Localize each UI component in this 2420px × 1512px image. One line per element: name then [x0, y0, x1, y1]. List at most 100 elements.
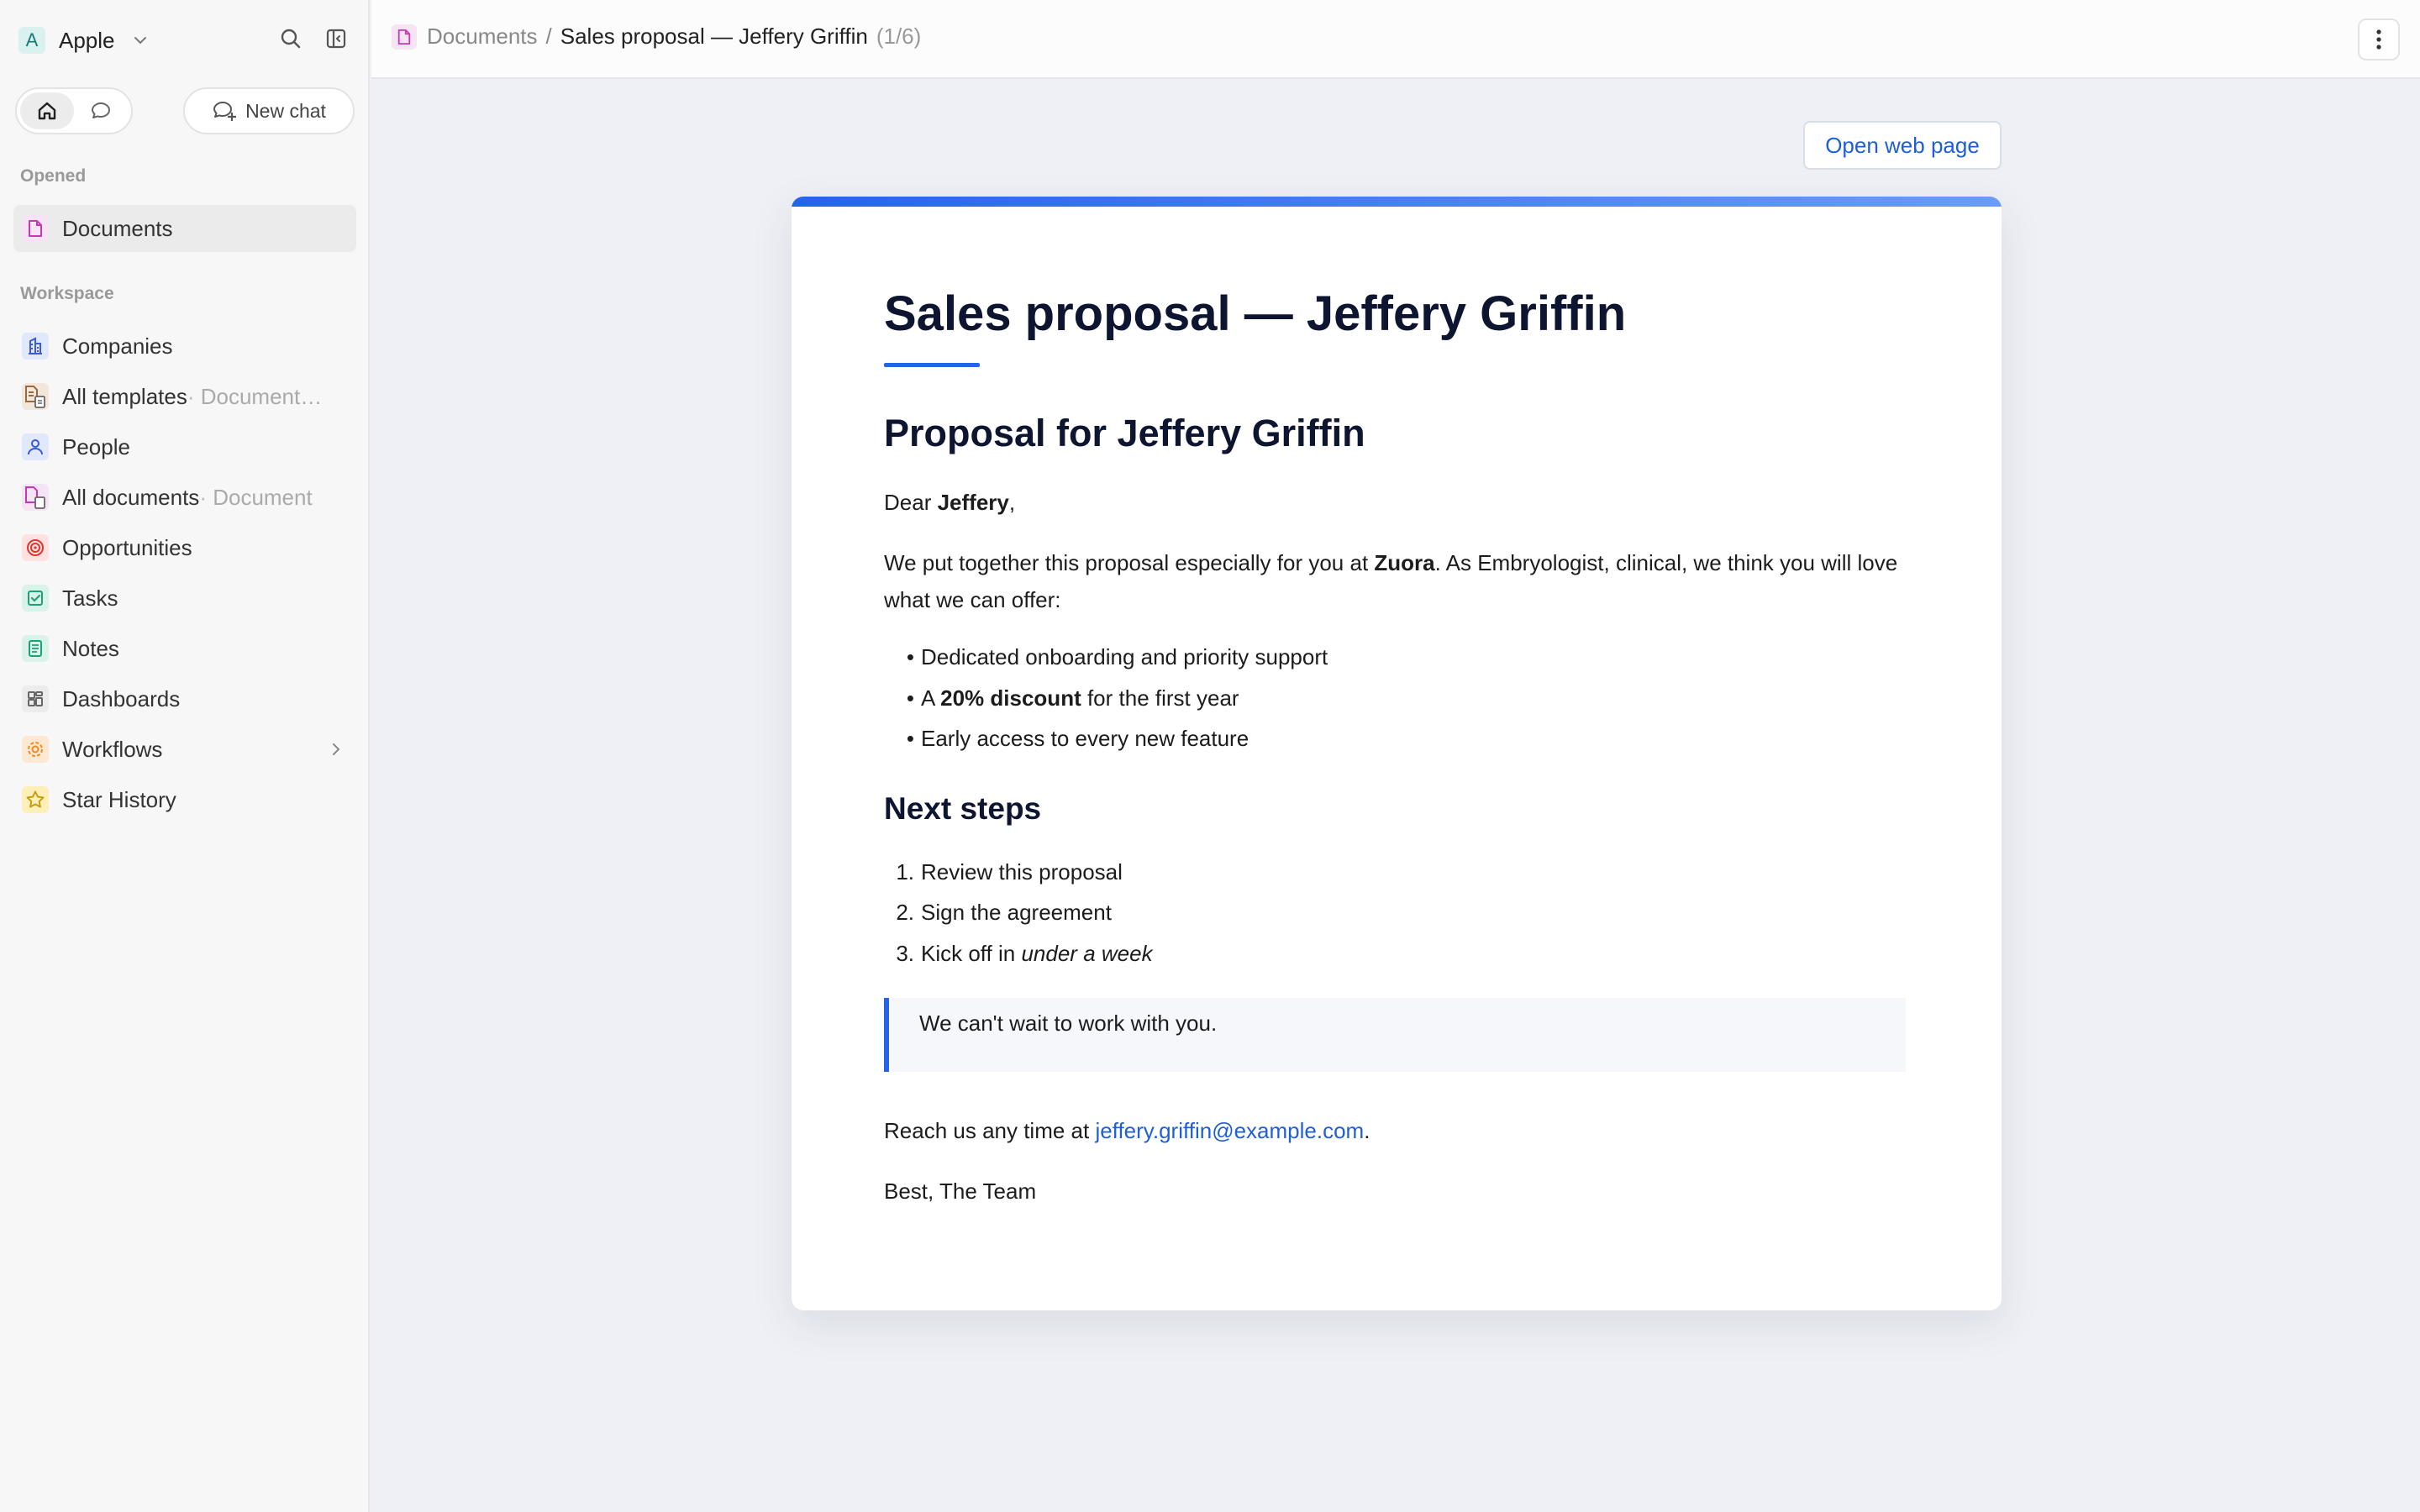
- search-icon[interactable]: [277, 25, 304, 52]
- workspace-avatar: A: [18, 27, 45, 54]
- checkbox-icon: [22, 585, 49, 612]
- sidebar-item-companies[interactable]: Companies: [13, 323, 356, 370]
- target-icon: [22, 534, 49, 561]
- intro-text: We put together this proposal especially…: [884, 550, 1375, 575]
- sidebar-item-label: All documents: [62, 484, 200, 510]
- bullet-marker: •: [906, 685, 914, 711]
- sidebar-item-sublabel: Document: [199, 485, 313, 511]
- greeting-name: Jeffery: [937, 490, 1009, 515]
- sidebar-item-workflows[interactable]: Workflows: [13, 726, 356, 773]
- sidebar-item-label: Documents: [62, 215, 173, 241]
- workspace-switcher[interactable]: A Apple: [18, 24, 149, 57]
- contact-text: Reach us any time at: [884, 1118, 1096, 1143]
- dashboard-icon: [22, 685, 49, 712]
- blockquote: We can't wait to work with you.: [884, 998, 1906, 1072]
- sidebar-item-label: Notes: [62, 635, 119, 661]
- intro-paragraph: We put together this proposal especially…: [884, 544, 1901, 618]
- bullet-text: Dedicated onboarding and priority suppor…: [921, 644, 1328, 669]
- new-chat-label: New chat: [245, 99, 326, 122]
- collapse-sidebar-icon[interactable]: [323, 25, 350, 52]
- sidebar-item-label: Opportunities: [62, 534, 192, 560]
- greeting-prefix: Dear: [884, 490, 938, 515]
- sidebar-item-opportunities[interactable]: Opportunities: [13, 524, 356, 571]
- workspace-section-label: Workspace: [20, 284, 114, 303]
- sidebar-item-people[interactable]: People: [13, 423, 356, 470]
- document-icon: [392, 24, 417, 50]
- view-toggle: [15, 87, 133, 134]
- kebab-menu-icon: [2376, 29, 2381, 50]
- list-item: 3. Kick off in under a week: [884, 935, 1153, 972]
- sidebar-item-label: Dashboards: [62, 685, 181, 711]
- new-chat-icon: [213, 102, 237, 121]
- star-icon: [22, 786, 49, 813]
- sidebar-item-label: Workflows: [62, 736, 163, 762]
- sidebar-item-tasks[interactable]: Tasks: [13, 575, 356, 622]
- sidebar-item-dashboards[interactable]: Dashboards: [13, 675, 356, 722]
- bullet-text: Early access to every new feature: [921, 726, 1249, 751]
- list-item: 1. Review this proposal: [884, 853, 1123, 890]
- greeting-suffix: ,: [1008, 490, 1016, 515]
- proposal-heading: Proposal for Jeffery Griffin: [884, 412, 1365, 454]
- title-underline: [884, 363, 980, 367]
- building-icon: [22, 333, 49, 360]
- bullet-text: A: [921, 685, 941, 711]
- bullet-marker: •: [906, 644, 914, 669]
- list-item: • Early access to every new feature: [884, 720, 1249, 757]
- sidebar-item-label: All templates: [62, 383, 187, 409]
- contact-text: .: [1364, 1118, 1370, 1143]
- templates-icon: [22, 383, 49, 410]
- workspace-name: Apple: [59, 27, 115, 53]
- top-bar: Documents / Sales proposal — Jeffery Gri…: [371, 0, 2420, 79]
- breadcrumb-current: Sales proposal — Jeffery Griffin: [560, 24, 868, 49]
- step-text: Review this proposal: [921, 859, 1123, 885]
- list-item: • A 20% discount for the first year: [884, 680, 1239, 717]
- email-link[interactable]: jeffery.griffin@example.com: [1095, 1118, 1364, 1143]
- signoff: Best, The Team: [884, 1179, 1037, 1204]
- bullet-text: for the first year: [1081, 685, 1239, 711]
- sidebar-item-label: Tasks: [62, 585, 118, 611]
- sidebar-item-label: People: [62, 433, 130, 459]
- step-number: 3.: [896, 941, 914, 966]
- gear-icon: [22, 736, 49, 763]
- discount-text: 20% discount: [940, 685, 1081, 711]
- document-accent-bar: [792, 197, 2002, 207]
- more-options-button[interactable]: [2358, 18, 2400, 60]
- list-item: 2. Sign the agreement: [884, 894, 1112, 931]
- sidebar-item-sublabel: Document t...: [187, 384, 327, 410]
- company-name: Zuora: [1374, 550, 1435, 575]
- next-steps-heading: Next steps: [884, 791, 1042, 826]
- sidebar-item-notes[interactable]: Notes: [13, 625, 356, 672]
- contact-paragraph: Reach us any time at jeffery.griffin@exa…: [884, 1112, 1901, 1149]
- step-text: Sign the agreement: [921, 900, 1112, 925]
- sidebar-item-all-documents[interactable]: All documents Document: [13, 474, 356, 521]
- bullet-marker: •: [906, 726, 914, 751]
- breadcrumb-separator: /: [545, 24, 552, 49]
- sidebar-item-star-history[interactable]: Star History: [13, 776, 356, 823]
- document-preview: Sales proposal — Jeffery Griffin Proposa…: [792, 197, 2002, 1310]
- step-emphasis: under a week: [1021, 941, 1153, 966]
- sidebar-item-documents-opened[interactable]: Documents: [13, 205, 356, 252]
- breadcrumb-root-link[interactable]: Documents: [427, 24, 538, 50]
- sidebar-item-label: Star History: [62, 786, 176, 812]
- document-icon: [22, 215, 49, 242]
- sidebar: A Apple New chat Opened Documents Worksp…: [0, 0, 370, 1512]
- record-count: (1/6): [876, 24, 922, 49]
- list-item: • Dedicated onboarding and priority suppo…: [884, 638, 1328, 675]
- home-icon[interactable]: [20, 92, 74, 129]
- sidebar-item-all-templates[interactable]: All templates Document t...: [13, 373, 356, 420]
- step-number: 1.: [896, 859, 914, 885]
- chevron-down-icon: [134, 37, 146, 45]
- step-number: 2.: [896, 900, 914, 925]
- person-icon: [22, 433, 49, 460]
- document-title: Sales proposal — Jeffery Griffin: [884, 286, 1627, 341]
- opened-section-label: Opened: [20, 166, 87, 186]
- step-text: Kick off in: [921, 941, 1022, 966]
- sidebar-item-label: Companies: [62, 333, 173, 359]
- new-chat-button[interactable]: New chat: [183, 87, 355, 134]
- note-icon: [22, 635, 49, 662]
- chat-bubble-icon[interactable]: [74, 92, 128, 129]
- breadcrumb: Documents / Sales proposal — Jeffery Gri…: [392, 24, 921, 50]
- chevron-right-icon[interactable]: [328, 741, 345, 758]
- documents-icon: [22, 484, 49, 511]
- open-web-page-button[interactable]: Open web page: [1803, 121, 2002, 170]
